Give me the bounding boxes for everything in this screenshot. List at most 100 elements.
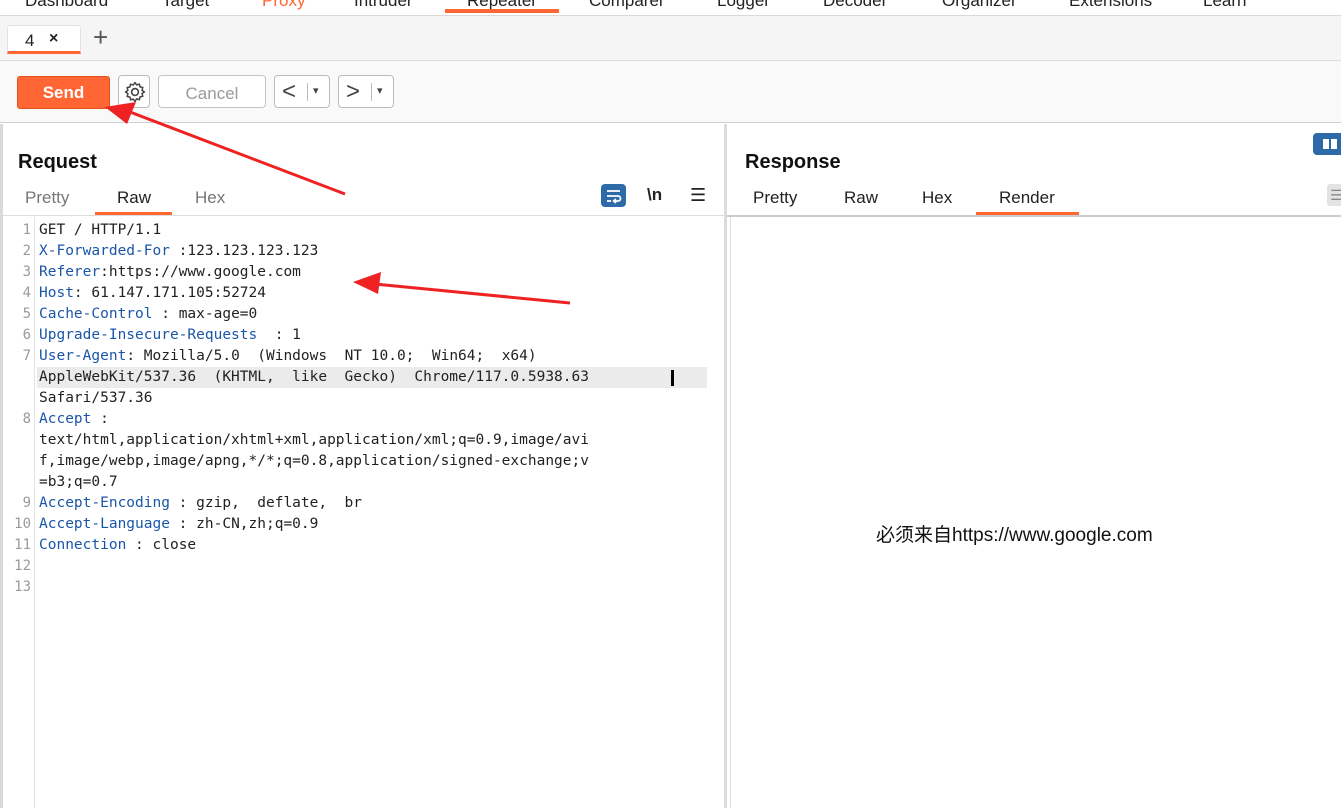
code-line[interactable]: 1 GET / HTTP/1.1	[3, 220, 724, 241]
nav-extensions[interactable]: Extensions	[1069, 0, 1152, 11]
header-name: Host	[39, 285, 74, 301]
code-line[interactable]: f,image/webp,image/apng,*/*;q=0.8,applic…	[3, 451, 724, 472]
header-value: text/html,application/xhtml+xml,applicat…	[39, 432, 589, 448]
line-text: f,image/webp,image/apng,*/*;q=0.8,applic…	[39, 451, 589, 472]
gear-icon	[124, 81, 146, 103]
chevron-down-icon[interactable]: ▾	[313, 84, 319, 97]
menu-icon[interactable]: ☰	[690, 185, 706, 206]
divider	[307, 83, 308, 101]
header-value: max-age=0	[178, 306, 258, 322]
nav-proxy[interactable]: Proxy	[262, 0, 305, 11]
tab-render[interactable]: Render	[999, 188, 1055, 208]
render-view: 必须来自https://www.google.com	[730, 217, 1341, 808]
nav-intruder[interactable]: Intruder	[354, 0, 413, 11]
line-number: 13	[14, 579, 31, 595]
header-value: gzip, deflate, br	[196, 495, 363, 511]
code-line[interactable]: 9 Accept-Encoding : gzip, deflate, br	[3, 493, 724, 514]
layout-icon[interactable]	[1313, 133, 1341, 155]
header-name: Upgrade-Insecure-Requests	[39, 327, 258, 343]
tab-raw[interactable]: Raw	[117, 188, 151, 208]
line-number: 2	[22, 243, 31, 259]
line-text: text/html,application/xhtml+xml,applicat…	[39, 430, 589, 451]
nav-target[interactable]: Target	[162, 0, 209, 11]
line-number: 9	[22, 495, 31, 511]
code-line[interactable]: 13	[3, 577, 724, 598]
close-icon[interactable]: ×	[49, 30, 58, 48]
code-line[interactable]: 12	[3, 556, 724, 577]
tab-hex[interactable]: Hex	[922, 188, 952, 208]
rendered-response-text: 必须来自https://www.google.com	[876, 525, 1153, 546]
header-separator: :	[169, 243, 188, 259]
main-nav: Dashboard Target Proxy Intruder Repeater…	[0, 0, 1341, 16]
tab-hex[interactable]: Hex	[195, 188, 225, 208]
header-separator: :	[126, 537, 153, 553]
code-line[interactable]: 8 Accept :	[3, 409, 724, 430]
line-text: Connection : close	[39, 535, 196, 556]
divider	[371, 83, 372, 101]
header-value: zh-CN,zh;q=0.9	[196, 516, 319, 532]
chevron-down-icon[interactable]: ▾	[377, 84, 383, 97]
header-name: Cache-Control	[39, 306, 153, 322]
wrap-lines-icon[interactable]	[601, 184, 626, 207]
nav-comparer[interactable]: Comparer	[589, 0, 665, 11]
tab-raw[interactable]: Raw	[844, 188, 878, 208]
code-line[interactable]: Safari/537.36	[3, 388, 724, 409]
code-line[interactable]: 7 User-Agent: Mozilla/5.0 (Windows NT 10.…	[3, 346, 724, 367]
code-line[interactable]: text/html,application/xhtml+xml,applicat…	[3, 430, 724, 451]
line-text: Accept :	[39, 409, 109, 430]
code-line[interactable]: 10 Accept-Language : zh-CN,zh;q=0.9	[3, 514, 724, 535]
line-number: 4	[22, 285, 31, 301]
code-line[interactable]: 6 Upgrade-Insecure-Requests : 1	[3, 325, 724, 346]
code-line[interactable]: 4 Host: 61.147.171.105:52724	[3, 283, 724, 304]
line-text: Accept-Encoding : gzip, deflate, br	[39, 493, 362, 514]
code-line[interactable]: AppleWebKit/537.36 (KHTML, like Gecko) C…	[3, 367, 724, 388]
request-editor[interactable]: 1 GET / HTTP/1.1 2 X-Forwarded-For :123.123…	[3, 220, 724, 598]
text-cursor	[671, 370, 674, 386]
header-separator: :	[169, 516, 197, 532]
header-value: f,image/webp,image/apng,*/*;q=0.8,applic…	[39, 453, 589, 469]
line-text: Cache-Control : max-age=0	[39, 304, 257, 325]
line-number: 6	[22, 327, 31, 343]
divider	[3, 215, 724, 216]
header-value: Safari/537.36	[39, 390, 153, 406]
code-line[interactable]: 3 Referer:https://www.google.com	[3, 262, 724, 283]
send-button[interactable]: Send	[17, 76, 110, 109]
header-value: close	[152, 537, 197, 553]
tab-pretty[interactable]: Pretty	[25, 188, 69, 208]
nav-logger[interactable]: Logger	[717, 0, 770, 11]
newline-toggle[interactable]: \n	[647, 185, 662, 205]
forward-button[interactable]: > ▾	[338, 75, 394, 108]
header-value: Mozilla/5.0 (Windows NT 10.0; Win64; x64…	[143, 348, 537, 364]
line-number: 1	[22, 222, 31, 238]
nav-learn[interactable]: Learn	[1203, 0, 1246, 11]
repeater-tab-4[interactable]: 4 ×	[7, 25, 81, 54]
add-tab-button[interactable]: +	[93, 24, 108, 50]
header-name: Accept	[39, 411, 92, 427]
header-separator: :	[169, 495, 197, 511]
chevron-left-icon: <	[282, 78, 297, 105]
header-separator: :	[73, 285, 92, 301]
line-number: 7	[22, 348, 31, 364]
header-value: =b3;q=0.7	[39, 474, 118, 490]
nav-organizer[interactable]: Organizer	[942, 0, 1017, 11]
cancel-button[interactable]: Cancel	[158, 75, 266, 108]
code-line[interactable]: 11 Connection : close	[3, 535, 724, 556]
line-number: 11	[14, 537, 31, 553]
nav-decoder[interactable]: Decoder	[823, 0, 887, 11]
header-name: Accept-Encoding	[39, 495, 170, 511]
code-line[interactable]: =b3;q=0.7	[3, 472, 724, 493]
line-number: 5	[22, 306, 31, 322]
line-number: 3	[22, 264, 31, 280]
back-button[interactable]: < ▾	[274, 75, 330, 108]
code-line[interactable]: 5 Cache-Control : max-age=0	[3, 304, 724, 325]
header-name: User-Agent	[39, 348, 127, 364]
menu-icon[interactable]: ☰	[1327, 184, 1341, 206]
nav-repeater[interactable]: Repeater	[445, 0, 559, 13]
header-separator: :	[100, 264, 109, 280]
request-title: Request	[18, 151, 97, 173]
nav-dashboard[interactable]: Dashboard	[25, 0, 108, 11]
header-value: AppleWebKit/537.36 (KHTML, like Gecko) C…	[39, 369, 589, 385]
settings-button[interactable]	[118, 75, 150, 108]
tab-pretty[interactable]: Pretty	[753, 188, 797, 208]
code-line[interactable]: 2 X-Forwarded-For :123.123.123.123	[3, 241, 724, 262]
